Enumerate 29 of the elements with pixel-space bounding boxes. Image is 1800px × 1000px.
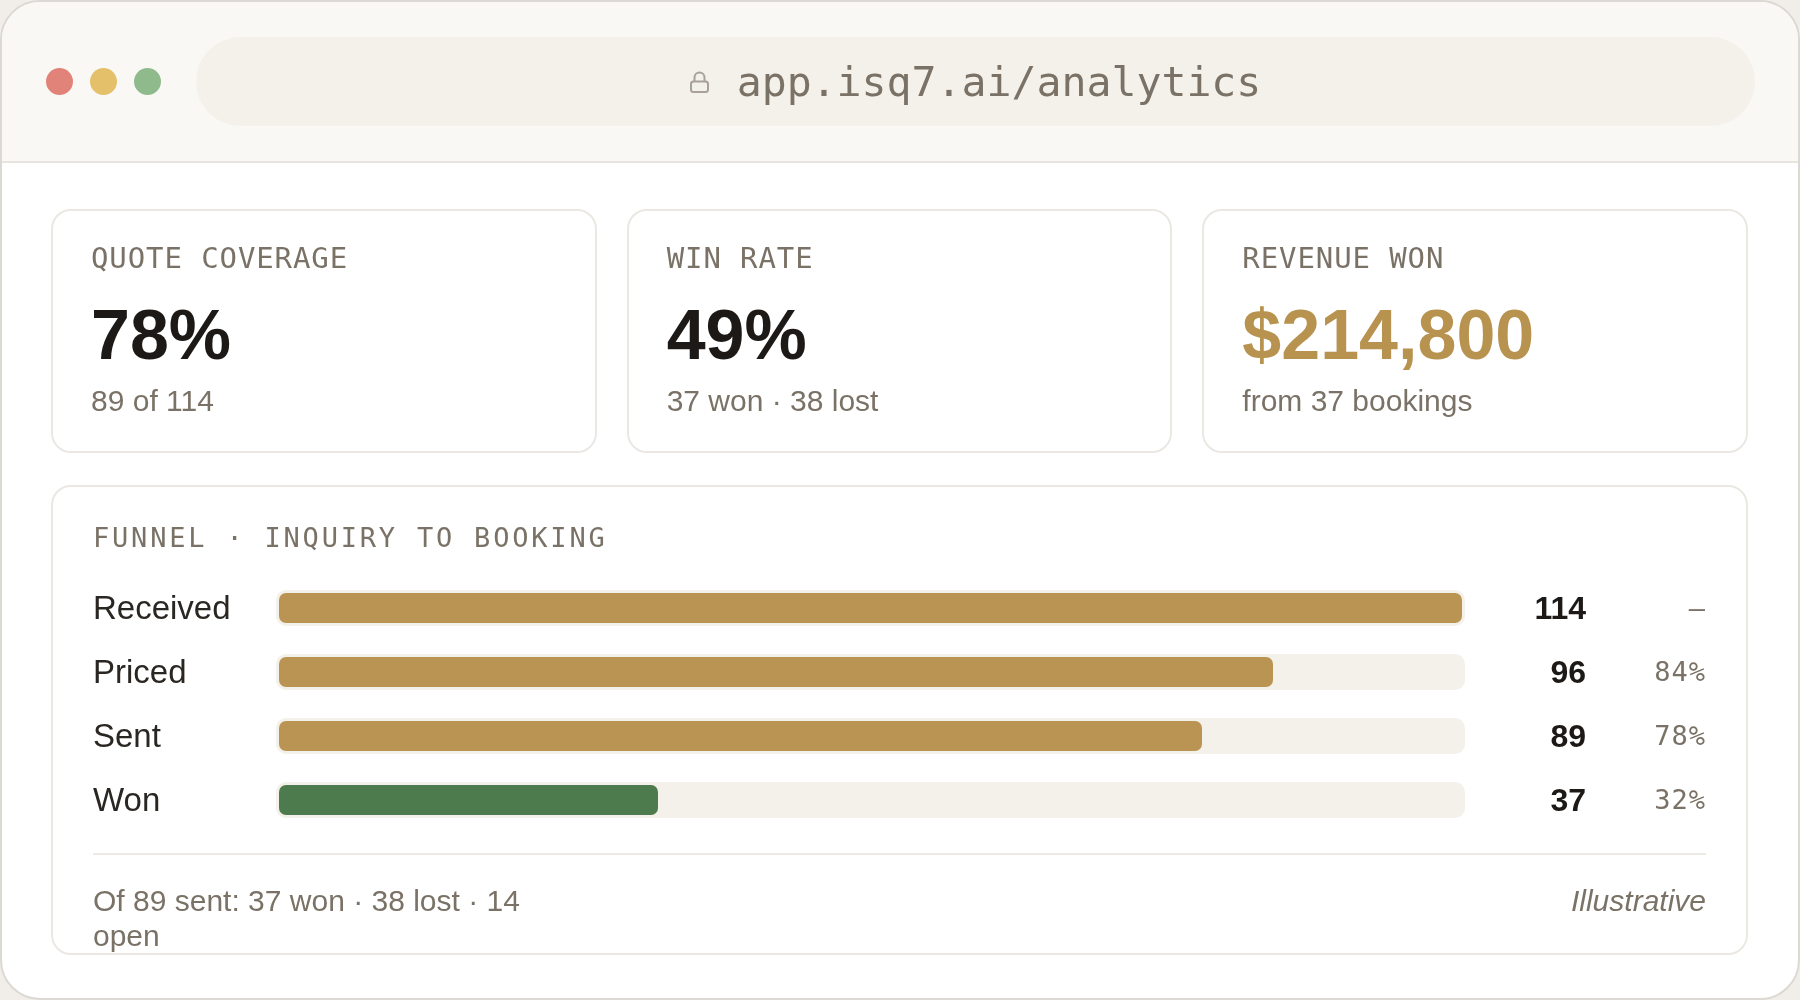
stage-share: – — [1688, 591, 1706, 625]
metric-value: 49% — [666, 295, 807, 375]
metric-label: QUOTE COVERAGE — [91, 241, 349, 275]
metric-value: 78% — [91, 295, 232, 375]
stage-share: 32% — [1654, 783, 1706, 817]
stage-count: 96 — [1550, 653, 1586, 692]
metric-detail: 89 of 114 — [91, 383, 214, 419]
lock-icon — [689, 70, 709, 93]
metric-detail: 37 won · 38 lost — [666, 383, 879, 419]
stage-label: Received — [93, 588, 231, 628]
stage-share: 84% — [1654, 655, 1706, 689]
stage-label: Sent — [93, 716, 161, 756]
metric-value: $214,800 — [1242, 295, 1535, 375]
funnel-footnote: Of 89 sent: 37 won · 38 lost · 14 open — [93, 883, 521, 953]
close-button[interactable] — [46, 68, 73, 95]
stage-count: 89 — [1550, 717, 1586, 756]
stage-share: 78% — [1654, 719, 1706, 753]
stage-count: 114 — [1534, 589, 1586, 628]
funnel-title: FUNNEL · INQUIRY TO BOOKING — [93, 522, 608, 554]
illustrative-note: Illustrative — [1570, 883, 1706, 918]
stage-label: Won — [93, 780, 161, 820]
metric-label: WIN RATE — [666, 241, 814, 275]
stage-count: 37 — [1550, 781, 1586, 820]
zoom-button[interactable] — [134, 68, 161, 95]
minimize-button[interactable] — [90, 68, 117, 95]
stage-label: Priced — [93, 652, 187, 692]
metric-label: REVENUE WON — [1242, 241, 1445, 275]
metric-detail: from 37 bookings — [1242, 383, 1473, 419]
address-bar[interactable]: app.isq7.ai/analytics — [196, 37, 1755, 126]
